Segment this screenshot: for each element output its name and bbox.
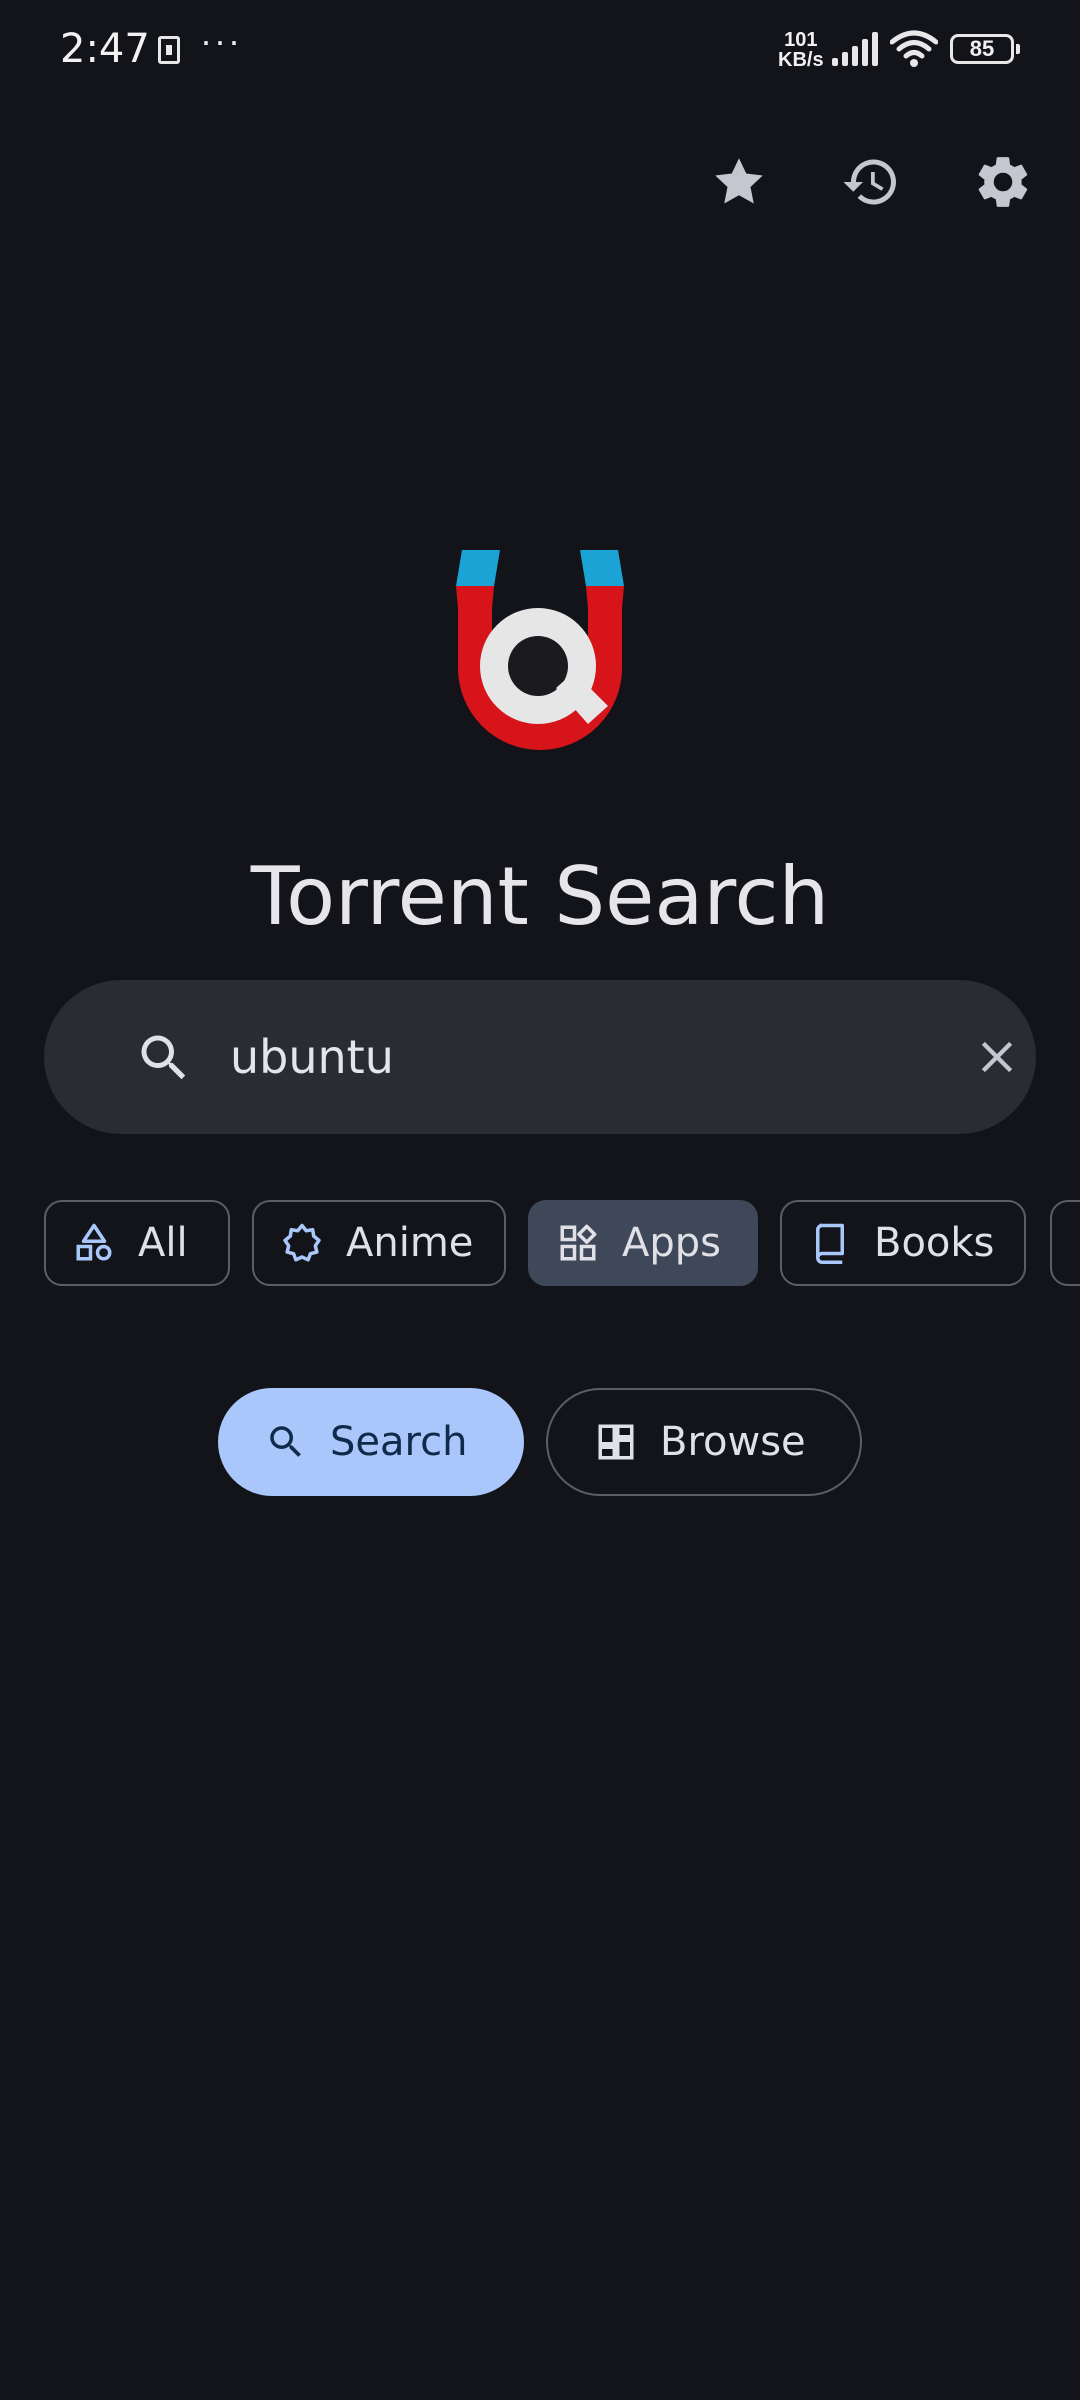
dashboard-icon <box>594 1420 638 1464</box>
chip-anime[interactable]: Anime <box>252 1200 506 1286</box>
browse-button-label: Browse <box>660 1419 806 1465</box>
network-speed-unit: KB/s <box>778 49 824 71</box>
category-chips: All Anime Apps Books <box>0 1200 1080 1290</box>
chip-books[interactable]: Books <box>780 1200 1026 1286</box>
chip-label: Books <box>874 1220 995 1266</box>
browse-button[interactable]: Browse <box>546 1388 862 1496</box>
anime-badge-icon <box>280 1221 324 1265</box>
chip-apps[interactable]: Apps <box>528 1200 758 1286</box>
settings-button[interactable] <box>969 148 1037 216</box>
star-icon <box>715 158 763 204</box>
wifi-icon <box>890 30 938 67</box>
chip-all[interactable]: All <box>44 1200 230 1286</box>
apps-icon <box>556 1221 600 1265</box>
chip-more[interactable] <box>1050 1200 1080 1286</box>
search-bar[interactable] <box>44 980 1036 1134</box>
status-time: 2:47 <box>60 26 150 72</box>
gear-icon <box>978 157 1028 207</box>
shapes-icon <box>72 1221 116 1265</box>
network-speed: 101 KB/s <box>778 30 824 70</box>
chip-label: All <box>138 1220 188 1266</box>
search-button-label: Search <box>330 1419 468 1465</box>
sim-icon <box>158 36 180 64</box>
chip-label: Apps <box>622 1220 721 1266</box>
search-button[interactable]: Search <box>218 1388 524 1496</box>
search-icon <box>141 1035 186 1080</box>
history-button[interactable] <box>837 148 905 216</box>
search-input[interactable] <box>230 1020 930 1094</box>
app-title: Torrent Search <box>250 849 830 943</box>
more-notifications-icon: ··· <box>200 20 242 61</box>
status-bar: 2:47 ··· 101 KB/s 85 <box>0 0 1080 100</box>
close-icon <box>981 1041 1013 1073</box>
network-speed-value: 101 <box>784 29 818 51</box>
chip-label: Anime <box>346 1220 474 1266</box>
clear-search-button[interactable] <box>962 1022 1032 1092</box>
battery-icon: 85 <box>950 34 1020 64</box>
book-icon <box>808 1221 852 1265</box>
signal-icon <box>832 32 878 66</box>
history-icon <box>843 159 896 205</box>
favorites-button[interactable] <box>705 148 773 216</box>
app-logo <box>456 550 624 750</box>
search-icon <box>264 1420 308 1464</box>
